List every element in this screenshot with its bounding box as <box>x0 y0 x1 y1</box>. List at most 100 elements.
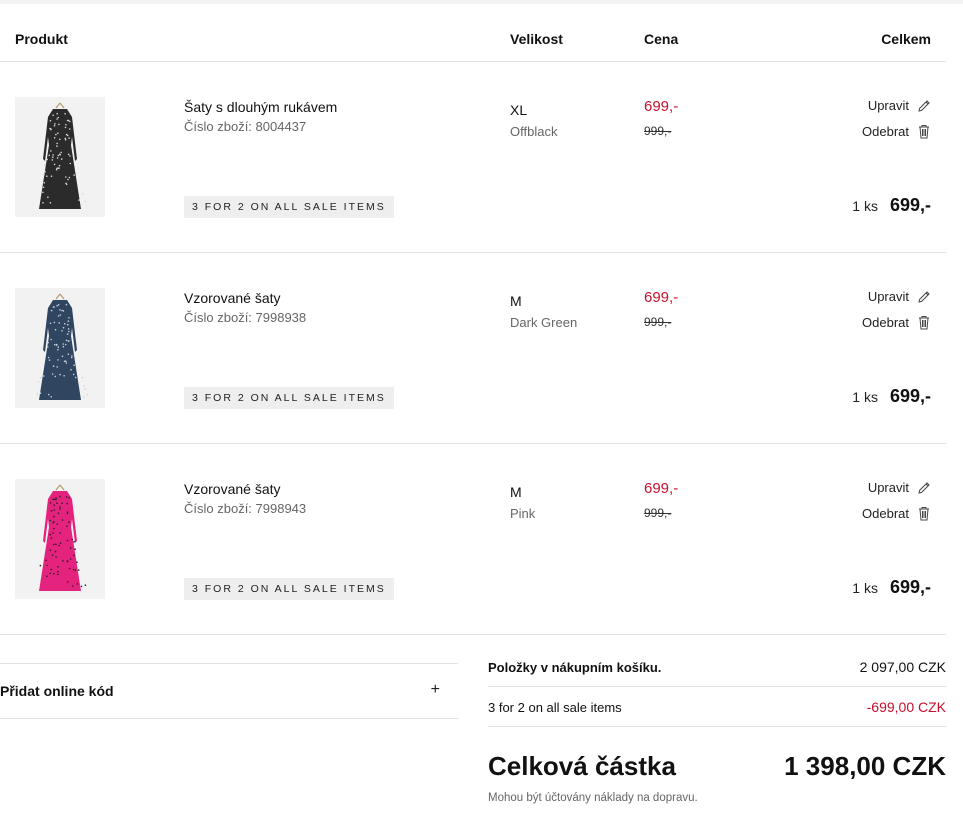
print-dot <box>65 124 67 126</box>
print-dot <box>80 585 83 588</box>
print-dot <box>69 120 71 123</box>
print-dot <box>68 137 70 139</box>
print-dot <box>39 392 42 394</box>
original-price: 999,- <box>644 506 672 520</box>
print-dot <box>56 142 58 145</box>
print-dot <box>53 527 55 530</box>
print-dot <box>53 125 56 127</box>
print-dot <box>49 202 52 204</box>
print-dot <box>53 163 56 166</box>
print-dot <box>69 155 71 157</box>
print-dot <box>83 396 85 398</box>
print-dot <box>72 373 75 376</box>
sale-price: 699,- <box>644 98 679 115</box>
product-size: XL <box>510 102 528 118</box>
print-dot <box>59 314 62 316</box>
product-name[interactable]: Vzorované šaty <box>184 481 281 497</box>
print-dot <box>57 304 60 306</box>
print-dot <box>76 583 79 585</box>
remove-button[interactable]: Odebrat <box>862 315 931 330</box>
print-dot <box>76 561 78 563</box>
edit-button[interactable]: Upravit <box>868 98 931 113</box>
print-dot <box>68 317 70 319</box>
print-dot <box>73 364 75 366</box>
print-dot <box>70 356 73 359</box>
print-dot <box>57 315 60 317</box>
print-dot <box>54 550 57 553</box>
print-dot <box>50 509 53 512</box>
print-dot <box>59 153 61 155</box>
print-dot <box>52 365 55 367</box>
print-dot <box>61 355 64 358</box>
print-dot <box>57 573 59 575</box>
print-dot <box>56 366 58 368</box>
print-dot <box>55 543 57 546</box>
print-dot <box>65 133 68 136</box>
print-dot <box>51 373 54 375</box>
plus-icon: + <box>430 681 440 698</box>
product-name[interactable]: Šaty s dlouhým rukávem <box>184 99 337 115</box>
print-dot <box>39 564 42 567</box>
product-color: Pink <box>510 506 536 521</box>
print-dot <box>63 375 65 377</box>
print-dot <box>51 554 54 556</box>
print-dot <box>50 396 52 398</box>
quantity: 1 ks <box>852 198 878 214</box>
print-dot <box>71 538 73 541</box>
product-image[interactable] <box>15 288 105 408</box>
print-dot <box>65 362 68 364</box>
print-dot <box>62 310 65 312</box>
product-name[interactable]: Vzorované šaty <box>184 290 281 306</box>
edit-button[interactable]: Upravit <box>868 289 931 304</box>
print-dot <box>64 323 66 325</box>
trash-icon <box>919 507 929 521</box>
print-dot <box>55 556 57 558</box>
print-dot <box>53 572 55 575</box>
product-sku: Číslo zboží: 7998943 <box>184 501 307 516</box>
print-dot <box>46 158 48 161</box>
remove-button[interactable]: Odebrat <box>862 506 931 521</box>
print-dot <box>53 306 55 308</box>
print-dot <box>86 394 88 396</box>
remove-button[interactable]: Odebrat <box>862 124 931 139</box>
product-image[interactable] <box>15 97 105 217</box>
pencil-icon <box>918 99 930 112</box>
print-dot <box>42 191 44 194</box>
cart-item: Vzorované šaty Číslo zboží: 7998943 3 FO… <box>0 444 946 635</box>
print-dot <box>49 119 52 122</box>
print-dot <box>50 175 53 177</box>
print-dot <box>64 343 67 346</box>
print-dot <box>46 175 48 177</box>
dress-icon <box>39 484 87 591</box>
print-dot <box>66 525 68 527</box>
print-dot <box>58 164 61 167</box>
print-dot <box>45 559 47 562</box>
product-image[interactable] <box>15 479 105 599</box>
print-dot <box>68 176 71 179</box>
print-dot <box>59 506 61 508</box>
add-online-code-toggle[interactable]: Přidat online kód + <box>0 663 458 719</box>
print-dot <box>69 162 72 165</box>
print-dot <box>47 341 49 344</box>
print-dot <box>49 502 52 504</box>
product-size: M <box>510 293 522 309</box>
print-dot <box>74 548 76 550</box>
promo-badge: 3 FOR 2 ON ALL SALE ITEMS <box>184 196 394 218</box>
print-dot <box>62 560 64 562</box>
print-dot <box>44 170 46 173</box>
print-dot <box>73 174 75 176</box>
print-dot <box>69 547 72 549</box>
print-dot <box>50 568 53 571</box>
print-dot <box>72 568 75 571</box>
summary-total-label: Celková částka <box>488 751 676 781</box>
edit-button[interactable]: Upravit <box>868 480 931 495</box>
summary-discount-row: 3 for 2 on all sale items -699,00 CZK <box>488 687 946 727</box>
print-dot <box>53 504 55 506</box>
print-dot <box>36 393 39 395</box>
print-dot <box>53 509 56 511</box>
print-dot <box>48 359 51 361</box>
print-dot <box>66 539 69 542</box>
print-dot <box>68 128 71 130</box>
print-dot <box>54 123 56 125</box>
cart-item: Vzorované šaty Číslo zboží: 7998938 3 FO… <box>0 253 946 444</box>
